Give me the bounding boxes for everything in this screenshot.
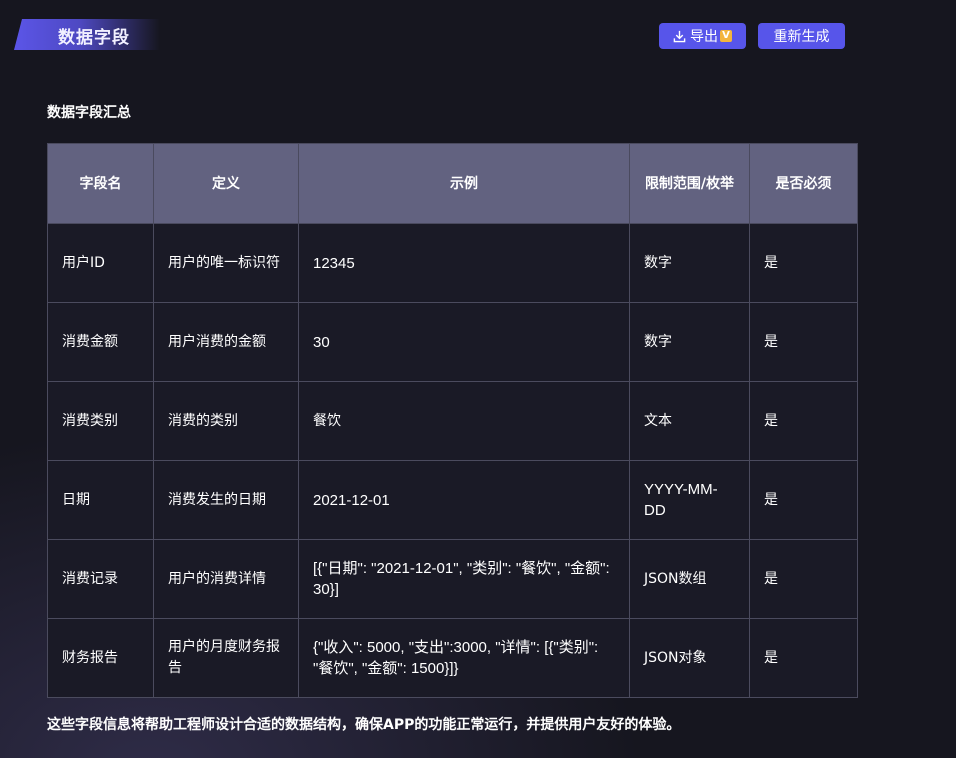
vip-badge-icon: V xyxy=(720,30,732,42)
data-fields-table: 字段名 定义 示例 限制范围/枚举 是否必须 用户ID 用户的唯一标识符 123… xyxy=(47,143,858,698)
footer-note: 这些字段信息将帮助工程师设计合适的数据结构，确保APP的功能正常运行，并提供用户… xyxy=(47,717,681,733)
cell-example: [{"日期": "2021-12-01", "类别": "餐饮", "金额": … xyxy=(298,539,630,619)
download-icon xyxy=(673,30,686,42)
cell-definition: 消费的类别 xyxy=(153,381,299,461)
cell-required: 是 xyxy=(749,460,858,540)
export-button-label: 导出 xyxy=(690,29,718,45)
column-header-field-name: 字段名 xyxy=(47,143,154,224)
table-row: 消费类别 消费的类别 餐饮 文本 是 xyxy=(47,381,858,461)
table-row: 消费记录 用户的消费详情 [{"日期": "2021-12-01", "类别":… xyxy=(47,539,858,619)
cell-required: 是 xyxy=(749,302,858,382)
cell-range: 数字 xyxy=(629,223,750,303)
table-row: 用户ID 用户的唯一标识符 12345 数字 是 xyxy=(47,223,858,303)
page-title: 数据字段 xyxy=(58,28,130,48)
cell-definition: 用户的唯一标识符 xyxy=(153,223,299,303)
cell-definition: 用户的月度财务报告 xyxy=(153,618,299,698)
cell-field-name: 消费金额 xyxy=(47,302,154,382)
cell-example: {"收入": 5000, "支出":3000, "详情": [{"类别": "餐… xyxy=(298,618,630,698)
cell-field-name: 消费记录 xyxy=(47,539,154,619)
column-header-required: 是否必须 xyxy=(749,143,858,224)
cell-example: 2021-12-01 xyxy=(298,460,630,540)
cell-range: JSON数组 xyxy=(629,539,750,619)
export-button[interactable]: 导出 V xyxy=(659,23,746,49)
cell-range: YYYY-MM-DD xyxy=(629,460,750,540)
cell-definition: 用户消费的金额 xyxy=(153,302,299,382)
cell-example: 30 xyxy=(298,302,630,382)
cell-definition: 用户的消费详情 xyxy=(153,539,299,619)
table-row: 消费金额 用户消费的金额 30 数字 是 xyxy=(47,302,858,382)
cell-definition: 消费发生的日期 xyxy=(153,460,299,540)
cell-field-name: 用户ID xyxy=(47,223,154,303)
cell-required: 是 xyxy=(749,539,858,619)
column-header-example: 示例 xyxy=(298,143,630,224)
column-header-definition: 定义 xyxy=(153,143,299,224)
cell-example: 餐饮 xyxy=(298,381,630,461)
cell-range: JSON对象 xyxy=(629,618,750,698)
cell-field-name: 消费类别 xyxy=(47,381,154,461)
cell-example: 12345 xyxy=(298,223,630,303)
cell-required: 是 xyxy=(749,618,858,698)
cell-range: 文本 xyxy=(629,381,750,461)
cell-field-name: 日期 xyxy=(47,460,154,540)
table-header-row: 字段名 定义 示例 限制范围/枚举 是否必须 xyxy=(47,143,858,224)
cell-range: 数字 xyxy=(629,302,750,382)
table-row: 财务报告 用户的月度财务报告 {"收入": 5000, "支出":3000, "… xyxy=(47,618,858,698)
column-header-range: 限制范围/枚举 xyxy=(629,143,750,224)
regenerate-button-label: 重新生成 xyxy=(773,29,830,45)
cell-required: 是 xyxy=(749,381,858,461)
regenerate-button[interactable]: 重新生成 xyxy=(758,23,845,49)
section-title: 数据字段汇总 xyxy=(47,105,131,121)
cell-field-name: 财务报告 xyxy=(47,618,154,698)
cell-required: 是 xyxy=(749,223,858,303)
table-row: 日期 消费发生的日期 2021-12-01 YYYY-MM-DD 是 xyxy=(47,460,858,540)
